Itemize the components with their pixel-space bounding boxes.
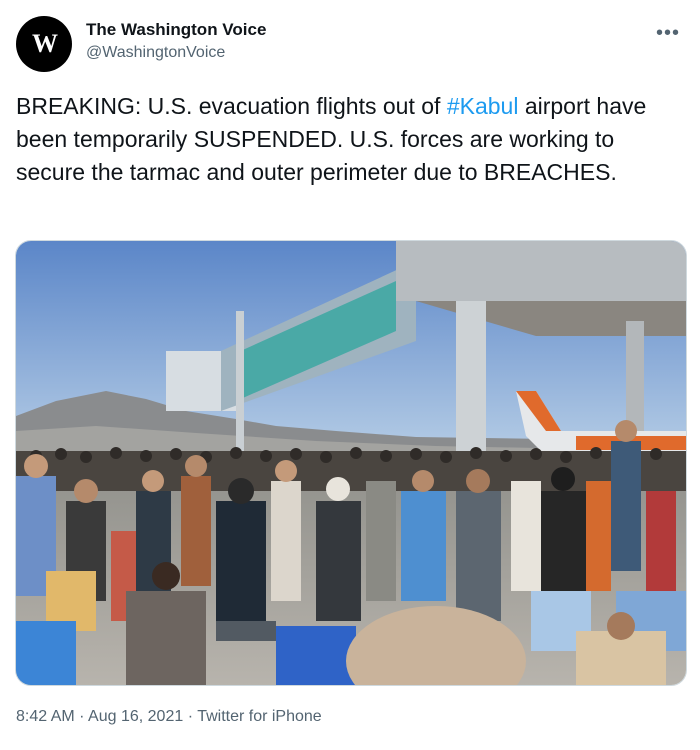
avatar-letter: W (32, 29, 58, 58)
tweet-time[interactable]: 8:42 AM (16, 708, 75, 725)
tweet-date[interactable]: Aug 16, 2021 (88, 708, 183, 725)
tweet-source[interactable]: Twitter for iPhone (197, 708, 322, 725)
meta-separator-2: · (183, 708, 198, 725)
hashtag-link[interactable]: #Kabul (447, 93, 519, 119)
tweet-photo[interactable] (15, 240, 687, 686)
user-handle[interactable]: @WashingtonVoice (86, 44, 225, 62)
tweet-card: W The Washington Voice @WashingtonVoice … (0, 0, 700, 750)
airport-photo-illustration (16, 241, 686, 685)
display-name[interactable]: The Washington Voice (86, 20, 266, 40)
tweet-text: BREAKING: U.S. evacuation flights out of… (16, 90, 686, 189)
avatar[interactable]: W (16, 16, 72, 72)
meta-separator-1: · (74, 708, 89, 725)
tweet-text-before: BREAKING: U.S. evacuation flights out of (16, 93, 447, 119)
more-options-icon[interactable]: ••• (656, 22, 680, 45)
tweet-metadata: 8:42 AM · Aug 16, 2021 · Twitter for iPh… (16, 708, 322, 726)
